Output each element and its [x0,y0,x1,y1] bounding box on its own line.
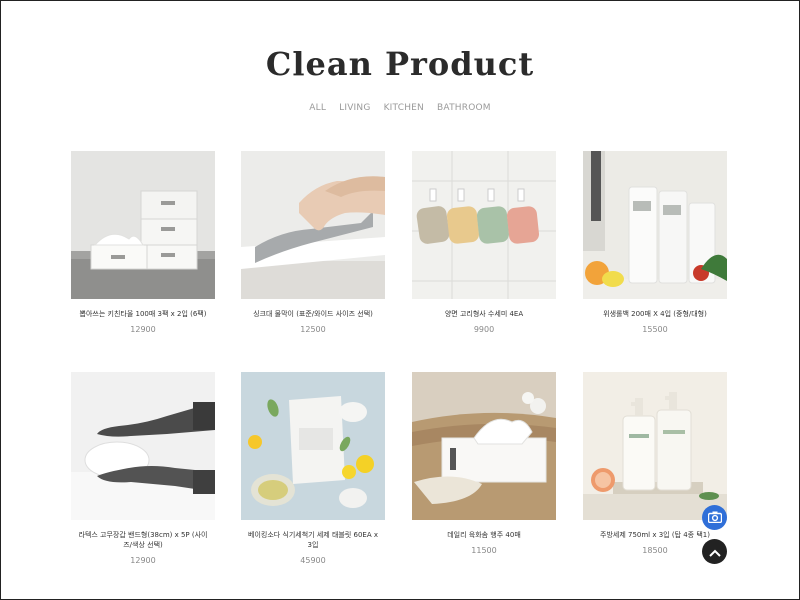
product-name[interactable]: 싱크대 물막이 (표준/와이드 사이즈 선택) [241,309,385,319]
product-card[interactable]: 싱크대 물막이 (표준/와이드 사이즈 선택) 12500 [241,151,385,334]
product-card[interactable]: 데일리 육화솜 행주 40매 11500 [412,372,556,555]
product-image-latex-gloves[interactable] [71,372,215,520]
product-image-dish-cloths[interactable] [412,372,556,520]
filter-bathroom[interactable]: BATHROOM [437,103,491,113]
product-name[interactable]: 주방세제 750ml x 3입 (탑 4종 택1) [583,530,727,540]
product-name[interactable]: 데일리 육화솜 행주 40매 [412,530,556,540]
product-name[interactable]: 뽑아쓰는 키친타올 100매 3팩 x 2입 (6팩) [71,309,215,319]
product-card[interactable]: 뽑아쓰는 키친타올 100매 3팩 x 2입 (6팩) 12900 [71,151,215,334]
product-image-scrubbers[interactable] [412,151,556,299]
product-card[interactable]: 위생롤백 200매 X 4입 (중형/대형) 15500 [583,151,727,334]
product-price: 15500 [642,325,668,334]
product-price: 9900 [473,325,495,334]
product-image-dishwasher-tablets[interactable] [241,372,385,520]
page-title: Clean Product [265,45,535,83]
filter-kitchen[interactable]: KITCHEN [384,103,424,113]
product-image-kitchen-towel[interactable] [71,151,215,299]
product-card[interactable]: 라텍스 고무장갑 밴드형(38cm) x 5P (사이즈/색상 선택) 1290… [71,372,215,565]
category-filter-bar: ALL LIVING KITCHEN BATHROOM [1,103,799,113]
product-image-roll-bags[interactable] [583,151,727,299]
product-name[interactable]: 양면 고리형사 수세미 4EA [412,309,556,319]
product-image-dish-detergent[interactable] [583,372,727,520]
product-price: 12900 [130,325,156,334]
product-price: 11500 [471,546,497,555]
camera-button[interactable] [702,505,727,530]
product-price: 12500 [300,325,326,334]
product-name[interactable]: 베이킹소다 식기세척기 세제 태블릿 60EA x 3입 [241,530,385,550]
camera-icon [707,508,722,527]
scroll-to-top-button[interactable] [702,539,727,564]
product-price: 12900 [130,556,156,565]
product-image-sink-guard[interactable] [241,151,385,299]
product-price: 45900 [300,556,326,565]
product-name[interactable]: 라텍스 고무장갑 밴드형(38cm) x 5P (사이즈/색상 선택) [71,530,215,550]
filter-all[interactable]: ALL [309,103,326,113]
product-card[interactable]: 양면 고리형사 수세미 4EA 9900 [412,151,556,334]
product-card[interactable]: 주방세제 750ml x 3입 (탑 4종 택1) 18500 [583,372,727,555]
filter-living[interactable]: LIVING [339,103,370,113]
chevron-up-icon [708,542,721,561]
product-name[interactable]: 위생롤백 200매 X 4입 (중형/대형) [583,309,727,319]
product-card[interactable]: 베이킹소다 식기세척기 세제 태블릿 60EA x 3입 45900 [241,372,385,565]
